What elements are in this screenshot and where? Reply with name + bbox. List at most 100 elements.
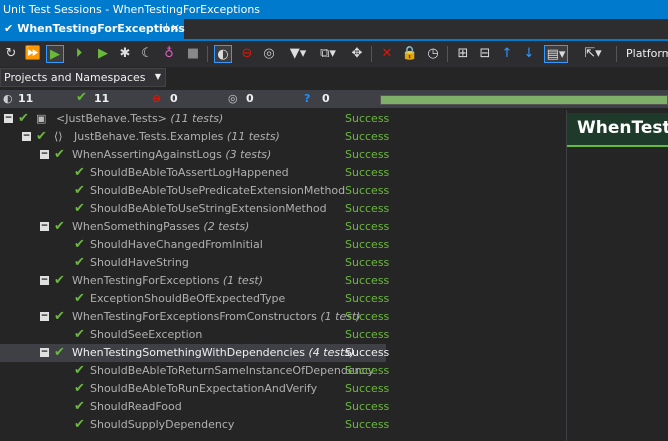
test-count: (3 tests) <box>221 148 272 161</box>
layout-icon[interactable]: ▤▾ <box>544 45 568 63</box>
test-label: ShouldBeAbleToReturnSameInstanceOfDepend… <box>90 364 374 377</box>
test-status: Success <box>345 382 390 395</box>
test-name: ShouldBeAbleToRunExpectationAndVerify <box>90 382 318 395</box>
test-status: Success <box>345 310 390 323</box>
test-name: ShouldBeAbleToAssertLogHappened <box>90 166 289 179</box>
run-all-icon[interactable]: ⏩ <box>24 45 42 63</box>
passed-icon: ✔ <box>74 399 85 414</box>
test-row[interactable]: ✔ ShouldHaveChangedFromInitial Success <box>0 236 389 254</box>
passed-icon: ✔ <box>74 201 85 216</box>
refresh-icon[interactable]: ↻ <box>2 45 20 63</box>
debug-icon[interactable]: ✱ <box>116 45 134 63</box>
test-count: (1 test) <box>219 274 264 287</box>
passed-count[interactable]: 11 <box>94 92 109 105</box>
pin-icon[interactable]: ⊣ <box>158 21 168 34</box>
test-name: WhenTestingSomethingWithDependencies <box>72 346 306 359</box>
profile-icon[interactable]: ♁ <box>160 45 178 63</box>
test-name: WhenSomethingPasses <box>72 220 200 233</box>
stop-icon[interactable]: ■ <box>184 45 202 63</box>
run-icon[interactable]: ▶ <box>94 45 112 63</box>
window-title: Unit Test Sessions - WhenTestingForExcep… <box>0 0 668 19</box>
group-icon[interactable]: ⧉▾ <box>316 45 340 63</box>
test-group-row[interactable]: − ✔ WhenTestingForExceptionsFromConstructo… <box>0 308 390 326</box>
test-row[interactable]: ✔ ExceptionShouldBeOfExpectedType Success <box>0 290 389 308</box>
test-group-row[interactable]: − ✔ WhenTestingForExceptions (1 test) Succe… <box>0 272 390 290</box>
unknown-count[interactable]: 0 <box>322 92 330 105</box>
run-failed-icon[interactable]: ⏵ <box>70 45 88 63</box>
passed-icon: ✔ <box>74 327 85 342</box>
grouping-select[interactable]: Projects and Namespaces ▼ <box>0 68 166 87</box>
test-row[interactable]: ✔ ShouldReadFood Success <box>0 398 389 416</box>
track-icon[interactable]: ✥ <box>348 45 366 63</box>
test-label: <JustBehave.Tests> (11 tests) <box>56 112 223 125</box>
test-row[interactable]: ✔ ShouldSeeException Success <box>0 326 389 344</box>
total-count[interactable]: 11 <box>18 92 33 105</box>
collapse-icon[interactable]: − <box>40 312 49 321</box>
test-row[interactable]: ✔ ShouldHaveString Success <box>0 254 390 272</box>
collapse-icon[interactable]: − <box>40 348 49 357</box>
test-group-row[interactable]: − ✔ WhenTestingSomethingWithDependencies (… <box>0 344 389 362</box>
filter-icon[interactable]: ▼▾ <box>286 45 310 63</box>
test-label: ShouldBeAbleToUsePredicateExtensionMetho… <box>90 184 345 197</box>
test-status: Success <box>345 112 390 125</box>
test-row[interactable]: ✔ ShouldSupplyDependency Success <box>0 416 389 434</box>
collapse-all-icon[interactable]: ⊟ <box>476 45 494 63</box>
collapse-icon[interactable]: − <box>4 114 13 123</box>
cover-icon[interactable]: ☾ <box>138 45 156 63</box>
export-icon[interactable]: ⇱▾ <box>580 45 606 63</box>
toolbar-separator <box>371 46 372 62</box>
test-name: JustBehave.Tests.Examples <box>74 130 224 143</box>
test-name: WhenTestingForExceptions <box>72 274 220 287</box>
test-status: Success <box>345 256 390 269</box>
platform-label[interactable]: Platform <box>626 47 668 60</box>
remove-icon[interactable]: ✕ <box>378 45 396 63</box>
tab-strip: ✔ WhenTestingForExceptions ⊣ × <box>0 19 668 41</box>
ignored-count[interactable]: 0 <box>246 92 254 105</box>
show-failed-icon[interactable]: ⊖ <box>238 45 256 63</box>
previous-icon[interactable]: ↑ <box>498 45 516 63</box>
failed-count[interactable]: 0 <box>170 92 178 105</box>
unknown-icon: ? <box>304 92 311 105</box>
test-group-row[interactable]: − ✔ WhenAssertingAgainstLogs (3 tests) Succ… <box>0 146 389 164</box>
project-icon: ▣ <box>36 112 47 125</box>
collapse-icon[interactable]: − <box>40 150 49 159</box>
test-name: ShouldBeAbleToReturnSameInstanceOfDepend… <box>90 364 375 377</box>
test-label: ShouldBeAbleToAssertLogHappened <box>90 166 289 179</box>
passed-icon: ✔ <box>76 90 87 105</box>
close-icon[interactable]: × <box>171 21 180 34</box>
test-group-row[interactable]: − ✔ WhenSomethingPasses (2 tests) Success <box>0 218 389 236</box>
history-icon[interactable]: ◷ <box>424 45 442 63</box>
test-group-row[interactable]: − ✔ ⟨⟩ JustBehave.Tests.Examples (11 tests)… <box>0 128 389 146</box>
passed-icon: ✔ <box>74 417 85 432</box>
collapse-icon[interactable]: − <box>40 276 49 285</box>
toolbar-separator <box>207 46 208 62</box>
collapse-icon[interactable]: − <box>22 132 31 141</box>
run-selected-icon[interactable]: ▶ <box>46 45 64 63</box>
test-status: Success <box>345 274 390 287</box>
test-row[interactable]: ✔ ShouldBeAbleToUsePredicateExtensionMeth… <box>0 182 389 200</box>
test-row[interactable]: ✔ ShouldBeAbleToAssertLogHappened Success <box>0 164 389 182</box>
toolbar-separator <box>616 46 617 62</box>
next-icon[interactable]: ↓ <box>520 45 538 63</box>
detail-title: WhenTestingForExceptions <box>567 113 668 147</box>
show-ignored-icon[interactable]: ◎ <box>260 45 278 63</box>
test-row[interactable]: ✔ ShouldBeAbleToReturnSameInstanceOfDepen… <box>0 362 389 380</box>
test-row[interactable]: ✔ ShouldBeAbleToRunExpectationAndVerify Su… <box>0 380 390 398</box>
collapse-icon[interactable]: − <box>40 222 49 231</box>
test-row[interactable]: ✔ ShouldBeAbleToUseStringExtensionMethod S… <box>0 200 389 218</box>
test-count: (11 tests) <box>166 112 224 125</box>
passed-icon: ✔ <box>54 147 65 162</box>
toolbar: ↻ ⏩ ▶ ⏵ ▶ ✱ ☾ ♁ ■ ◐ ⊖ ◎ ▼▾ ⧉▾ ✥ ✕ 🔒 ◷ ⊞ … <box>0 41 668 67</box>
test-count: (2 tests) <box>199 220 250 233</box>
test-name: ShouldReadFood <box>90 400 182 413</box>
expand-all-icon[interactable]: ⊞ <box>454 45 472 63</box>
tab-session[interactable]: ✔ WhenTestingForExceptions ⊣ × <box>0 19 185 39</box>
lock-icon[interactable]: 🔒 <box>401 45 419 63</box>
passed-icon: ✔ <box>74 381 85 396</box>
passed-icon: ✔ <box>54 273 65 288</box>
passed-icon: ✔ <box>54 309 65 324</box>
test-name: <JustBehave.Tests> <box>56 112 167 125</box>
show-passed-icon[interactable]: ◐ <box>214 45 232 63</box>
test-group-row[interactable]: − ✔ ▣ <JustBehave.Tests> (11 tests) Success <box>0 110 390 128</box>
passed-icon: ✔ <box>4 22 14 35</box>
